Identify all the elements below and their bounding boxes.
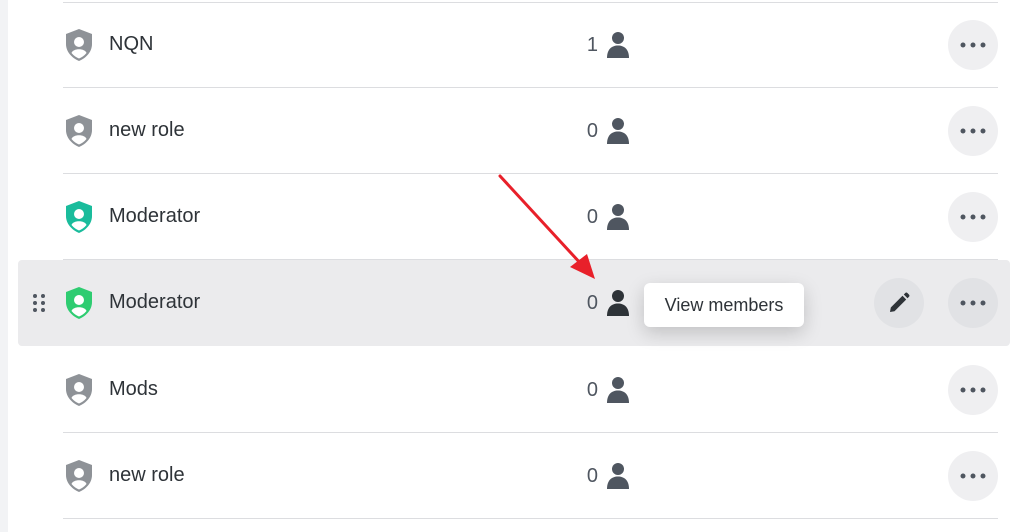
divider [63, 2, 998, 3]
role-row[interactable]: new role 0 [18, 88, 1010, 174]
more-horizontal-icon [960, 387, 986, 393]
more-options-button[interactable] [948, 365, 998, 415]
view-members-button[interactable]: 0 [578, 460, 632, 492]
view-members-tooltip: View members [644, 283, 804, 327]
more-options-button[interactable] [948, 451, 998, 501]
more-horizontal-icon [960, 300, 986, 306]
more-horizontal-icon [960, 214, 986, 220]
tooltip-text: View members [664, 294, 784, 315]
member-count: 0 [586, 464, 598, 487]
edit-role-button[interactable] [874, 278, 924, 328]
pencil-icon [890, 292, 910, 312]
more-options-button[interactable] [948, 106, 998, 156]
person-icon [607, 32, 629, 58]
view-members-button[interactable]: 0 [578, 287, 632, 319]
role-name: Moderator [109, 205, 201, 227]
member-count: 0 [586, 205, 598, 228]
shield-user-icon [66, 287, 92, 319]
more-horizontal-icon [960, 473, 986, 479]
view-members-button[interactable]: 0 [578, 115, 632, 147]
person-icon [607, 290, 629, 316]
role-list: NQN 1 new role 0 Moderator 0 Moderator 0… [0, 0, 1024, 532]
shield-user-icon [66, 29, 92, 61]
person-icon [607, 204, 629, 230]
person-icon [607, 118, 629, 144]
role-row[interactable]: Mods 0 [18, 347, 1010, 433]
role-row[interactable]: NQN 1 [18, 2, 1010, 88]
shield-user-icon [66, 374, 92, 406]
member-count: 1 [586, 33, 598, 56]
view-members-button[interactable]: 0 [578, 374, 632, 406]
role-row-hovered[interactable]: Moderator 0 [18, 260, 1010, 346]
role-name: Mods [109, 378, 158, 400]
member-count: 0 [586, 378, 598, 401]
more-options-button[interactable] [948, 278, 998, 328]
drag-handle-icon[interactable] [32, 293, 46, 313]
shield-user-icon [66, 201, 92, 233]
more-horizontal-icon [960, 128, 986, 134]
divider [63, 518, 998, 519]
member-count: 0 [586, 291, 598, 314]
more-options-button[interactable] [948, 192, 998, 242]
shield-user-icon [66, 460, 92, 492]
role-name: new role [109, 119, 185, 141]
role-name: NQN [109, 33, 154, 55]
role-row[interactable]: Moderator 0 [18, 174, 1010, 260]
member-count: 0 [586, 119, 598, 142]
role-name: Moderator [109, 291, 201, 313]
role-name: new role [109, 464, 185, 486]
role-row[interactable]: new role 0 [18, 433, 1010, 519]
shield-user-icon [66, 115, 92, 147]
more-options-button[interactable] [948, 20, 998, 70]
more-horizontal-icon [960, 42, 986, 48]
person-icon [607, 463, 629, 489]
person-icon [607, 377, 629, 403]
view-members-button[interactable]: 1 [578, 29, 632, 61]
view-members-button[interactable]: 0 [578, 201, 632, 233]
